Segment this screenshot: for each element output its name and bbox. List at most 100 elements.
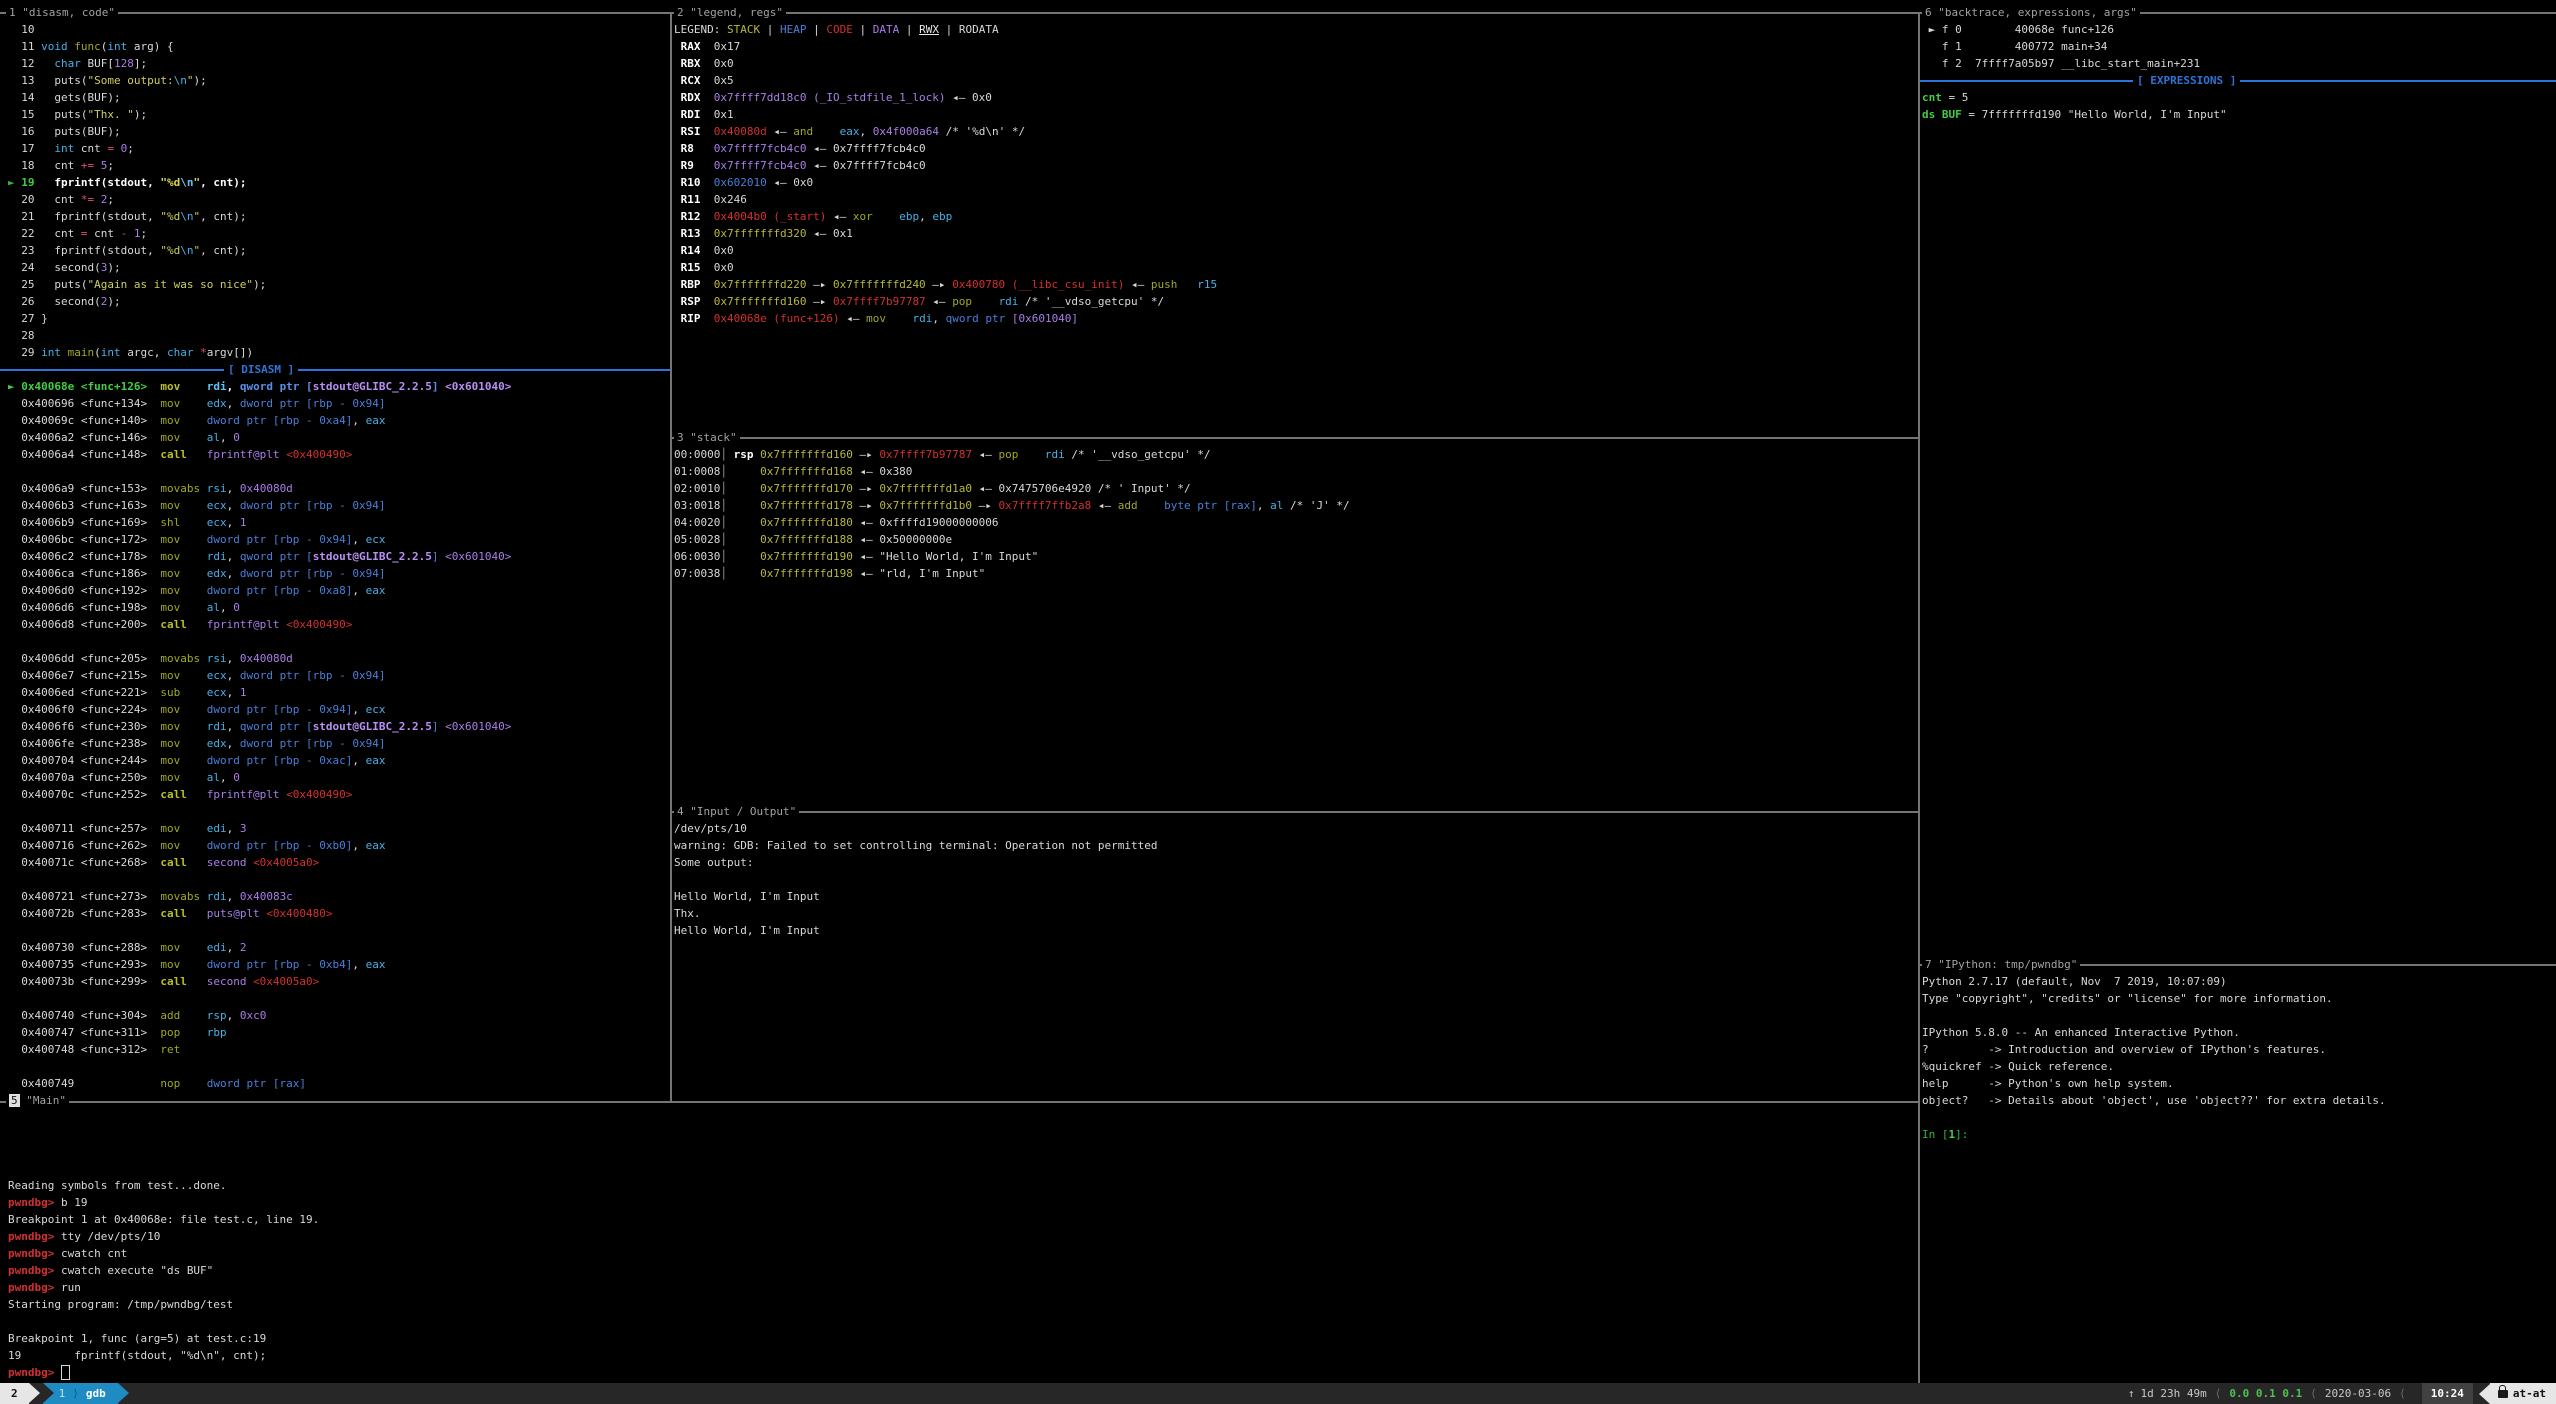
text-segment: rdi xyxy=(207,720,227,733)
tmux-window-tab-gdb[interactable]: 1 ⟩ gdb xyxy=(43,1383,118,1404)
pane-border-io[interactable] xyxy=(672,811,1918,813)
text-segment: 0x7fffffffd1b0 xyxy=(879,499,972,512)
text-segment: RBP xyxy=(674,278,701,291)
io-view[interactable]: /dev/pts/10warning: GDB: Failed to set c… xyxy=(674,820,1916,939)
text-segment: stdout@GLIBC_2.2.5 xyxy=(313,380,432,393)
terminal-line: 10 xyxy=(8,21,670,38)
text-segment: f 2 7ffff7a05b97 __libc_start_main+231 xyxy=(1922,57,2200,70)
text-segment: 0x5 xyxy=(701,74,734,87)
text-segment: 20 cnt xyxy=(8,193,81,206)
text-segment xyxy=(180,516,207,529)
terminal-line: 0x4006dd <func+205> movabs rsi, 0x40080d xyxy=(8,650,670,667)
terminal-line: 0x4006b9 <func+169> shl ecx, 1 xyxy=(8,514,670,531)
tmux-session-badge[interactable]: 2 xyxy=(0,1383,29,1404)
text-segment: 0x4006e7 <func+215> xyxy=(8,669,160,682)
text-segment: 0 xyxy=(233,771,240,784)
text-segment: —▸ xyxy=(853,448,880,461)
text-segment: stdout@GLIBC_2.2.5 xyxy=(313,720,432,733)
terminal-line: 17 int cnt = 0; xyxy=(8,140,670,157)
text-segment: 0x40080d xyxy=(714,125,767,138)
text-segment: void xyxy=(41,40,68,53)
disasm-view[interactable]: ► 0x40068e <func+126> mov rdi, qword ptr… xyxy=(0,378,670,1092)
pane-title-disasm-code: 1 "disasm, code" xyxy=(6,4,118,21)
registers-view[interactable]: LEGEND: STACK | HEAP | CODE | DATA | RWX… xyxy=(674,21,1916,327)
terminal-line xyxy=(674,871,1916,888)
gdb-console[interactable]: Reading symbols from test...done.pwndbg>… xyxy=(0,1177,1916,1381)
text-segment: 0x7fffffffd198 xyxy=(760,567,853,580)
text-segment: 0x4006dd <func+205> xyxy=(8,652,160,665)
text-segment: ◂— 0x7ffff7fcb4c0 xyxy=(806,142,925,155)
text-segment: ◂— 0x7ffff7fcb4c0 xyxy=(806,159,925,172)
expressions-view[interactable]: cnt = 5ds BUF = 7fffffffd190 "Hello Worl… xyxy=(1922,89,2554,123)
stack-view[interactable]: 00:0000│ rsp 0x7fffffffd160 —▸ 0x7ffff7b… xyxy=(674,446,1916,582)
text-segment: /* '__vdso_getcpu' */ xyxy=(1065,448,1211,461)
terminal-line: 04:0020│ 0x7fffffffd180 ◂— 0xffffd190000… xyxy=(674,514,1916,531)
text-segment: ◂— xyxy=(840,312,867,325)
text-segment: —▸ xyxy=(972,499,999,512)
text-segment: char xyxy=(167,346,194,359)
text-segment: , xyxy=(227,397,240,410)
text-segment: mov xyxy=(160,941,180,954)
text-segment: xor xyxy=(853,210,873,223)
text-segment: 0x4006bc <func+172> xyxy=(8,533,160,546)
text-segment: 19 xyxy=(21,176,34,189)
ipython-view[interactable]: Python 2.7.17 (default, Nov 7 2019, 10:0… xyxy=(1922,973,2554,1143)
text-segment: mov xyxy=(160,380,180,393)
text-segment: ] xyxy=(432,380,439,393)
source-view[interactable]: 10 11 void func(int arg) { 12 char BUF[1… xyxy=(0,21,670,361)
terminal-line: R11 0x246 xyxy=(674,191,1916,208)
text-segment: rsp xyxy=(207,1009,227,1022)
text-segment: mov xyxy=(160,754,180,767)
text-segment: ◂— xyxy=(1091,499,1118,512)
text-segment: 0x0 xyxy=(701,244,734,257)
terminal-line: 19 fprintf(stdout, "%d\n", cnt); xyxy=(8,1347,1916,1364)
text-segment: , xyxy=(352,754,365,767)
terminal-line: RSI 0x40080d ◂— and eax, 0x4f000a64 /* '… xyxy=(674,123,1916,140)
terminal-line: 0x400711 <func+257> mov edi, 3 xyxy=(8,820,670,837)
text-segment: "Thx. " xyxy=(87,108,133,121)
terminal-line: pwndbg> xyxy=(8,1364,1916,1381)
text-segment: mov xyxy=(160,771,180,784)
text-segment: │ xyxy=(720,533,727,546)
terminal-line: 02:0010│ 0x7fffffffd170 —▸ 0x7fffffffd1a… xyxy=(674,480,1916,497)
text-segment: stdout@GLIBC_2.2.5 xyxy=(313,550,432,563)
text-segment: object? -> Details about 'object', use '… xyxy=(1922,1094,2386,1107)
text-segment: ); xyxy=(107,295,120,308)
terminal-line xyxy=(8,633,670,650)
terminal-line: 0x400721 <func+273> movabs rdi, 0x40083c xyxy=(8,888,670,905)
text-segment: 0x400747 <func+311> xyxy=(8,1026,160,1039)
text-segment: 0x4006d8 <func+200> xyxy=(8,618,160,631)
pane-border-stack[interactable] xyxy=(672,437,1918,439)
text-segment xyxy=(180,720,207,733)
pane-border-main[interactable] xyxy=(0,1101,1918,1103)
text-segment: al xyxy=(207,771,220,784)
load-average: 0.0 0.1 0.1 xyxy=(2229,1383,2302,1404)
text-segment: <0x400490> xyxy=(286,788,352,801)
text-segment: /* '__vdso_getcpu' */ xyxy=(1018,295,1164,308)
text-segment: 0x40080d xyxy=(240,482,293,495)
terminal-line: 20 cnt *= 2; xyxy=(8,191,670,208)
text-segment: rdi xyxy=(1045,448,1065,461)
text-segment: rsi xyxy=(207,652,227,665)
terminal-line: 25 puts("Again as it was so nice"); xyxy=(8,276,670,293)
backtrace-view[interactable]: ► f 0 40068e func+126 f 1 400772 main+34… xyxy=(1922,21,2554,72)
text-segment: \n xyxy=(180,210,193,223)
lock-icon xyxy=(2498,1390,2508,1398)
terminal-line: %quickref -> Quick reference. xyxy=(1922,1058,2554,1075)
text-segment: mov xyxy=(160,550,180,563)
text-segment: mov xyxy=(160,397,180,410)
text-segment: second xyxy=(207,975,253,988)
text-segment: , xyxy=(227,890,240,903)
terminal-line: 0x4006a2 <func+146> mov al, 0 xyxy=(8,429,670,446)
pane-border-right-column[interactable] xyxy=(1918,12,1920,1383)
terminal-line: f 2 7ffff7a05b97 __libc_start_main+231 xyxy=(1922,55,2554,72)
terminal-line: 0x4006bc <func+172> mov dword ptr [rbp -… xyxy=(8,531,670,548)
terminal-line: 03:0018│ 0x7fffffffd178 —▸ 0x7fffffffd1b… xyxy=(674,497,1916,514)
status-left: 2 1 ⟩ gdb xyxy=(0,1383,129,1404)
text-segment: mov xyxy=(160,499,180,512)
text-segment: 14 gets(BUF); xyxy=(8,91,121,104)
terminal-line: pwndbg> cwatch cnt xyxy=(8,1245,1916,1262)
text-segment: 0x400730 <func+288> xyxy=(8,941,160,954)
pane-border-left-column[interactable] xyxy=(670,12,672,1101)
text-segment: , xyxy=(227,499,240,512)
